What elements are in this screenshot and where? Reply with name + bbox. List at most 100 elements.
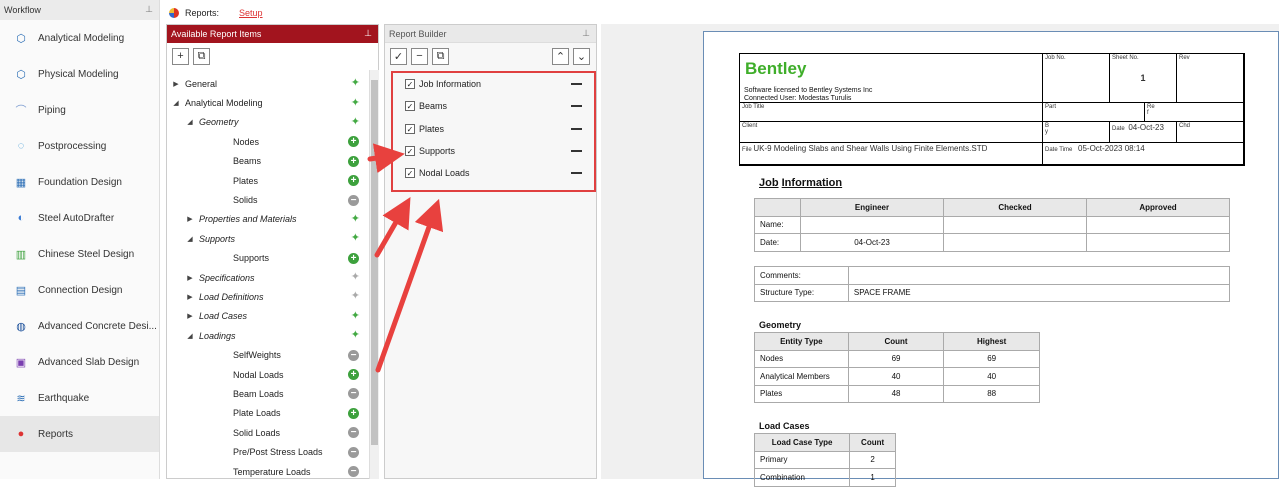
- expand-arrow-icon[interactable]: ▶: [185, 274, 195, 282]
- check-all-button[interactable]: ✓: [390, 47, 407, 65]
- add-all-sparkle-icon[interactable]: ✦: [351, 233, 360, 244]
- expand-arrow-icon[interactable]: ▶: [185, 215, 195, 223]
- tree-item[interactable]: ◢ Analytical Modeling ✦: [167, 93, 367, 112]
- tree-item[interactable]: Supports +: [167, 249, 367, 268]
- workflow-item-advanced-slab-design[interactable]: ▣ Advanced Slab Design: [0, 344, 159, 380]
- workflow-item-physical-modeling[interactable]: ⬡ Physical Modeling: [0, 56, 159, 92]
- item-checkbox[interactable]: ✓: [405, 79, 415, 90]
- add-item-button[interactable]: +: [172, 47, 189, 65]
- item-checkbox[interactable]: ✓: [405, 146, 415, 157]
- table-cell: 04-Oct-23: [800, 233, 944, 252]
- tree-item[interactable]: SelfWeights −: [167, 345, 367, 364]
- remove-dash-icon[interactable]: [571, 127, 582, 130]
- workflow-item-advanced-concrete-design[interactable]: ◍ Advanced Concrete Desi...: [0, 308, 159, 344]
- pin-icon[interactable]: ⊥: [582, 28, 590, 39]
- add-item-icon[interactable]: +: [348, 136, 359, 148]
- add-all-sparkle-icon[interactable]: ✦: [351, 116, 360, 128]
- remove-dash-icon[interactable]: [571, 149, 582, 152]
- scrollbar-thumb[interactable]: [371, 80, 378, 445]
- item-checkbox[interactable]: ✓: [405, 101, 415, 112]
- builder-item[interactable]: ✓ Plates: [393, 118, 594, 140]
- workflow-item-chinese-steel-design[interactable]: ▥ Chinese Steel Design: [0, 236, 159, 272]
- setup-tab[interactable]: Setup: [239, 8, 263, 18]
- tree-item[interactable]: ◢ Supports ✦: [167, 229, 367, 248]
- unavailable-item-icon[interactable]: −: [348, 194, 359, 206]
- tree-item[interactable]: ◢ Loadings ✦: [167, 326, 367, 345]
- expand-arrow-icon[interactable]: ▶: [185, 312, 195, 320]
- table-cell: Name:: [754, 215, 801, 234]
- pin-icon[interactable]: ⊥: [364, 28, 372, 39]
- remove-dash-icon[interactable]: [571, 105, 582, 108]
- add-all-sparkle-icon[interactable]: ✦: [351, 97, 360, 109]
- add-all-sparkle-disabled-icon[interactable]: ✦: [351, 291, 360, 302]
- tree-item[interactable]: Beam Loads −: [167, 384, 367, 403]
- expand-arrow-icon[interactable]: ◢: [185, 118, 195, 126]
- tree-item[interactable]: Pre/Post Stress Loads −: [167, 442, 367, 461]
- tree-item[interactable]: Beams +: [167, 152, 367, 171]
- tree-item-label: Supports: [233, 253, 270, 264]
- add-all-sparkle-disabled-icon[interactable]: ✦: [351, 272, 360, 283]
- tree-scrollbar[interactable]: [369, 70, 379, 479]
- workflow-item-earthquake[interactable]: ≋ Earthquake: [0, 380, 159, 416]
- remove-dash-icon[interactable]: [571, 83, 582, 85]
- unavailable-item-icon[interactable]: −: [348, 349, 359, 361]
- builder-item[interactable]: ✓ Nodal Loads: [393, 162, 594, 184]
- workflow-item-connection-design[interactable]: ▤ Connection Design: [0, 272, 159, 308]
- add-item-icon[interactable]: +: [348, 175, 359, 187]
- copy-item-button[interactable]: ⧉: [432, 47, 449, 65]
- unavailable-item-icon[interactable]: −: [348, 466, 359, 477]
- expand-arrow-icon[interactable]: ◢: [185, 235, 195, 243]
- tree-item[interactable]: ▶ Properties and Materials ✦: [167, 210, 367, 229]
- add-all-sparkle-icon[interactable]: ✦: [351, 213, 360, 225]
- add-item-icon[interactable]: +: [348, 407, 359, 419]
- expand-arrow-icon[interactable]: ▶: [171, 80, 181, 88]
- tree-item[interactable]: Nodes +: [167, 132, 367, 151]
- tree-item[interactable]: Plate Loads +: [167, 404, 367, 423]
- tree-item[interactable]: ◢ Geometry ✦: [167, 113, 367, 132]
- unavailable-item-icon[interactable]: −: [348, 388, 359, 400]
- tree-item[interactable]: Solids −: [167, 190, 367, 209]
- tree-item[interactable]: ▶ Load Definitions ✦: [167, 287, 367, 306]
- unavailable-item-icon[interactable]: −: [348, 427, 359, 439]
- add-item-icon[interactable]: +: [348, 155, 359, 167]
- workflow-item-steel-autodrafter[interactable]: ◐ Steel AutoDrafter: [0, 200, 159, 236]
- tree-item[interactable]: ▶ Load Cases ✦: [167, 307, 367, 326]
- item-checkbox[interactable]: ✓: [405, 123, 415, 134]
- table-cell: Nodes: [754, 349, 849, 368]
- tree-item[interactable]: Temperature Loads −: [167, 462, 367, 481]
- move-down-button[interactable]: ⌄: [573, 47, 590, 65]
- table-cell: 2: [849, 450, 896, 469]
- item-checkbox[interactable]: ✓: [405, 168, 415, 179]
- workflow-item-reports[interactable]: ● Reports: [0, 416, 159, 452]
- tree-item[interactable]: ▶ Specifications ✦: [167, 268, 367, 287]
- workflow-item-postprocessing[interactable]: ◌ Postprocessing: [0, 128, 159, 164]
- move-up-button[interactable]: ⌃: [552, 47, 569, 65]
- add-all-sparkle-icon[interactable]: ✦: [351, 78, 360, 89]
- tree-item-label: Plates: [233, 175, 259, 186]
- workflow-item-foundation-design[interactable]: ▦ Foundation Design: [0, 164, 159, 200]
- builder-item[interactable]: ✓ Job Information: [393, 73, 594, 95]
- job-information-title-part1: Job: [759, 177, 779, 189]
- expand-arrow-icon[interactable]: ◢: [185, 332, 195, 340]
- builder-item[interactable]: ✓ Supports: [393, 140, 594, 162]
- table-cell: [943, 215, 1087, 234]
- workflow-item-piping[interactable]: ⌒ Piping: [0, 92, 159, 128]
- report-header-form: Bentley Software licensed to Bentley Sys…: [739, 53, 1245, 166]
- builder-item[interactable]: ✓ Beams: [393, 95, 594, 117]
- unavailable-item-icon[interactable]: −: [348, 446, 359, 458]
- pin-icon[interactable]: ⊥: [145, 4, 153, 15]
- tree-item[interactable]: ▶ General ✦: [167, 74, 367, 93]
- copy-item-button[interactable]: ⧉: [193, 47, 210, 65]
- expand-arrow-icon[interactable]: ▶: [185, 293, 195, 301]
- add-all-sparkle-icon[interactable]: ✦: [351, 310, 360, 322]
- add-item-icon[interactable]: +: [348, 252, 359, 264]
- tree-item[interactable]: Solid Loads −: [167, 423, 367, 442]
- remove-dash-icon[interactable]: [571, 172, 582, 175]
- add-item-icon[interactable]: +: [348, 369, 359, 381]
- tree-item[interactable]: Plates +: [167, 171, 367, 190]
- tree-item[interactable]: Nodal Loads +: [167, 365, 367, 384]
- remove-item-button[interactable]: −: [411, 47, 428, 65]
- workflow-item-analytical-modeling[interactable]: ⬡ Analytical Modeling: [0, 20, 159, 56]
- add-all-sparkle-icon[interactable]: ✦: [351, 330, 360, 341]
- expand-arrow-icon[interactable]: ◢: [171, 99, 181, 107]
